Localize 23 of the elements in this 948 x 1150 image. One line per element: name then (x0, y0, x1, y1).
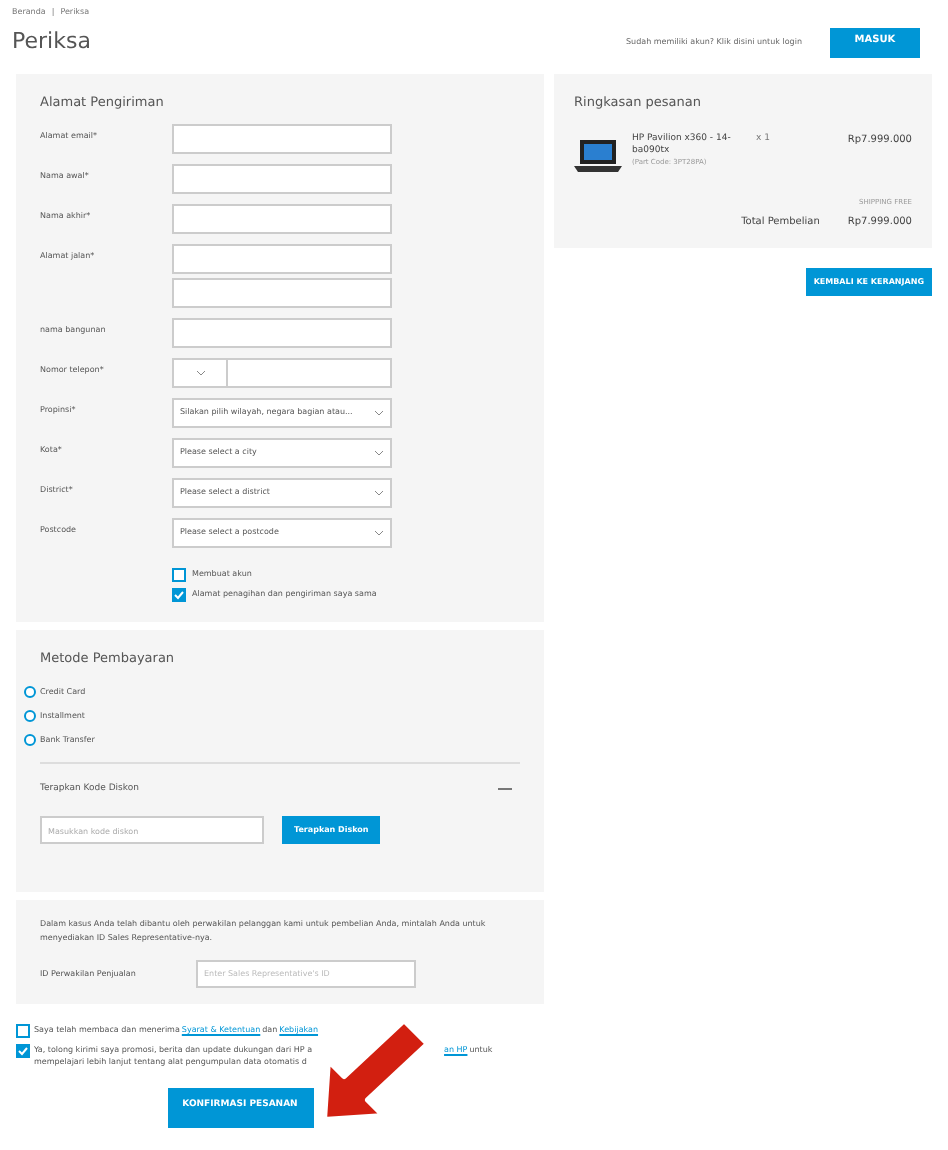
checkbox[interactable] (16, 1023, 30, 1038)
caret-icon (374, 449, 384, 456)
caret-icon (374, 489, 384, 496)
check-icon (18, 1045, 28, 1056)
caret-icon (374, 529, 384, 536)
input-field[interactable] (172, 163, 392, 194)
input-field[interactable] (172, 243, 392, 274)
caret-icon (374, 409, 384, 416)
radio-button[interactable] (24, 733, 36, 745)
caret-icon (195, 369, 205, 376)
checkbox[interactable] (16, 1043, 30, 1058)
input-field[interactable] (172, 317, 392, 348)
radio-button[interactable] (24, 709, 36, 721)
check-icon (174, 589, 184, 600)
input-field[interactable] (172, 277, 392, 308)
laptop-icon (574, 137, 622, 174)
page-title: Periksa (12, 25, 93, 58)
checkbox[interactable] (172, 587, 186, 602)
input-field[interactable] (172, 123, 392, 154)
input-field[interactable] (228, 357, 392, 388)
radio-button[interactable] (24, 685, 36, 697)
checkbox[interactable] (172, 567, 186, 582)
input-field[interactable] (172, 203, 392, 234)
